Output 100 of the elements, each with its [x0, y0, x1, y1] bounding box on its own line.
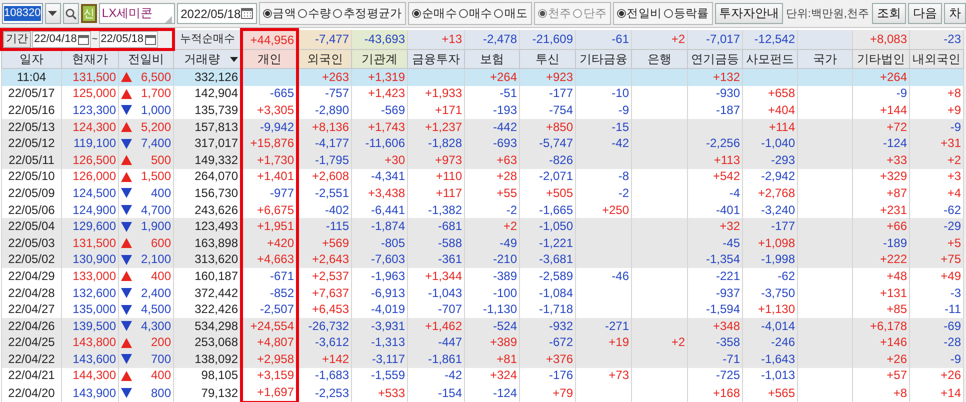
table-row[interactable]: 22/04/26 139,500 4,300 534,298 +24,554 -26,732 -3,931 +1,462 -524 -932 -271 +348 -4,014 +6,178 -69 [2, 318, 964, 334]
column-header[interactable]: 외국인 [298, 50, 352, 68]
table-cell: -189 [852, 234, 910, 252]
column-header[interactable]: 연기금등 [688, 50, 742, 68]
table-cell: -1,084 [520, 284, 576, 302]
column-header[interactable]: 국가 [798, 50, 852, 68]
table-row[interactable]: 22/05/09 124,500 400 156,730 -977 -2,551 +3,438 +117 +55 +505 -2 -4 +2,768 +87 +4 [2, 185, 964, 202]
date-cell: 22/05/16 [2, 102, 62, 119]
change-cell: 1,000 [118, 102, 174, 119]
table-cell: -100 [464, 284, 520, 302]
table-cell: +376 [520, 351, 576, 368]
change-cell: 800 [118, 384, 174, 402]
radio-option[interactable]: 금액 [262, 6, 296, 21]
investor-guide-button[interactable]: 투자자안내 [714, 3, 783, 24]
column-header[interactable]: 은행 [632, 50, 688, 68]
table-cell: +348 [688, 318, 742, 334]
table-cell: +144 [852, 102, 910, 119]
table-cell: -2 [464, 202, 520, 218]
table-cell: -9 [852, 86, 910, 102]
volume-cell: 135,739 [174, 102, 242, 119]
table-cell: +26 [910, 368, 964, 384]
column-header[interactable]: 내외국인 [910, 50, 964, 68]
price-cell: 125,000 [62, 86, 118, 102]
date-cell: 22/05/17 [2, 86, 62, 102]
total-cell: -7,477 [298, 30, 352, 50]
table-cell: -293 [742, 152, 798, 169]
end-date-field[interactable]: 22/05/18 [98, 32, 158, 46]
radio-option[interactable]: 매수 [459, 6, 492, 21]
column-header[interactable]: 보험 [464, 50, 520, 68]
table-row[interactable]: 22/04/20 143,900 800 79,132 +1,697 -2,253 +533 -154 -124 +79 +168 +565 +8 +14 [2, 384, 964, 402]
column-header[interactable]: 금융투자 [408, 50, 464, 68]
table-cell: -852 [242, 284, 298, 302]
change-cell: 400 [118, 268, 174, 285]
table-cell: +1,730 [242, 152, 298, 169]
column-header[interactable]: 기타금융 [576, 50, 632, 68]
table-cell: +1,130 [742, 301, 798, 318]
volume-cell: 163,898 [174, 234, 242, 252]
table-row[interactable]: 22/04/29 133,000 400 160,187 -671 +2,537 -1,963 +1,344 -389 -2,589 -46 -221 -62 +48 +49 [2, 268, 964, 285]
change-cell: 4,500 [118, 301, 174, 318]
table-row[interactable]: 22/05/16 123,300 1,000 135,739 +3,305 -2,890 -569 +171 -193 -754 -9 -187 +404 +144 +9 [2, 102, 964, 119]
table-row[interactable]: 22/05/12 119,100 7,400 317,017 +15,876 -4,177 -11,606 -1,828 -693 -5,747 -42 -2,256 -1,040 -124 +31 [2, 135, 964, 152]
column-header[interactable]: 기타법인 [852, 50, 910, 68]
toolbar-button[interactable]: 다음 [908, 3, 942, 24]
table-cell: -805 [352, 234, 408, 252]
column-header[interactable]: 투신 [520, 50, 576, 68]
start-date-field[interactable]: 22/04/18 [32, 32, 91, 46]
table-cell: +5 [910, 234, 964, 252]
table-cell: +79 [520, 384, 576, 402]
column-header[interactable]: 거래량 [174, 50, 242, 68]
total-cell: +8,083 [852, 30, 910, 50]
search-button[interactable] [63, 3, 80, 24]
table-cell: -4,341 [352, 168, 408, 186]
table-row[interactable]: 22/05/03 131,500 600 163,898 +420 +569 -805 -588 -49 -1,221 -45 +1,098 -189 +5 [2, 234, 964, 252]
table-row[interactable]: 11:04 131,500 6,500 332,126 +263 +1,319 +264 +923 +132 +264 [2, 68, 964, 86]
table-row[interactable]: 22/04/22 143,600 700 138,092 +2,958 +142 -3,117 -1,861 +81 +376 -71 -1,643 +26 -9 [2, 351, 964, 368]
table-cell: -124 [852, 135, 910, 152]
price-cell: 124,900 [62, 202, 118, 218]
table-cell: -6,441 [352, 202, 408, 218]
radio-option[interactable]: 순매수 [412, 6, 458, 21]
table-row[interactable]: 22/05/11 126,500 500 149,332 +1,730 -1,795 +30 +973 +63 -826 +113 -293 +33 +2 [2, 152, 964, 169]
table-cell: -361 [408, 252, 464, 268]
volume-cell: 138,092 [174, 351, 242, 368]
stock-code-field[interactable]: 108320 [2, 3, 43, 24]
column-header[interactable]: 개인 [242, 50, 298, 68]
radio-option[interactable]: 매도 [494, 6, 528, 21]
table-cell: -569 [352, 102, 408, 119]
table-cell: +31 [910, 135, 964, 152]
date-cell: 22/04/20 [2, 384, 62, 402]
table-cell: +231 [852, 202, 910, 218]
toolbar-button[interactable]: 차 [944, 3, 966, 24]
stock-name-field[interactable]: LX세미콘 [98, 3, 175, 24]
date-field[interactable]: 2022/05/18 [176, 3, 257, 24]
table-cell: +1,237 [408, 118, 464, 136]
table-cell: -665 [242, 86, 298, 102]
price-cell: 133,000 [62, 268, 118, 285]
table-cell: +49 [910, 268, 964, 285]
table-cell: -707 [408, 301, 464, 318]
table-cell: +3,305 [242, 102, 298, 119]
radio-option[interactable]: 등락률 [664, 6, 709, 21]
range-separator: ~ [92, 33, 98, 46]
dropdown-button[interactable] [44, 3, 62, 24]
table-cell: +324 [464, 368, 520, 384]
table-cell: +4,663 [242, 252, 298, 268]
summary-label: 누적순매수 [174, 30, 242, 50]
column-header[interactable]: 기관계 [352, 50, 408, 68]
table-cell: +1,462 [408, 318, 464, 334]
table-row[interactable]: 22/04/27 135,000 4,500 322,426 -2,507 +6,453 -4,019 -707 -1,130 -1,718 -1,594 +1,130 +85 -11 [2, 301, 964, 318]
radio-option[interactable]: 수량 [298, 6, 332, 21]
table-cell: +14 [910, 384, 964, 402]
table-row[interactable]: 22/05/04 129,600 1,900 123,493 +1,951 -115 -1,874 -681 +2 -1,050 +32 -177 +66 -29 [2, 218, 964, 235]
table-cell: -671 [242, 268, 298, 285]
volume-cell: 332,126 [174, 68, 242, 86]
toolbar-button[interactable]: 조회 [872, 3, 906, 24]
volume-cell: 157,813 [174, 118, 242, 136]
price-cell: 129,600 [62, 218, 118, 235]
column-header[interactable]: 사모펀드 [742, 50, 798, 68]
table-cell: -4 [688, 185, 742, 202]
table-cell: -1,643 [742, 351, 798, 368]
radio-option[interactable]: 추정평균가 [333, 6, 402, 21]
radio-option[interactable]: 전일비 [616, 6, 662, 21]
